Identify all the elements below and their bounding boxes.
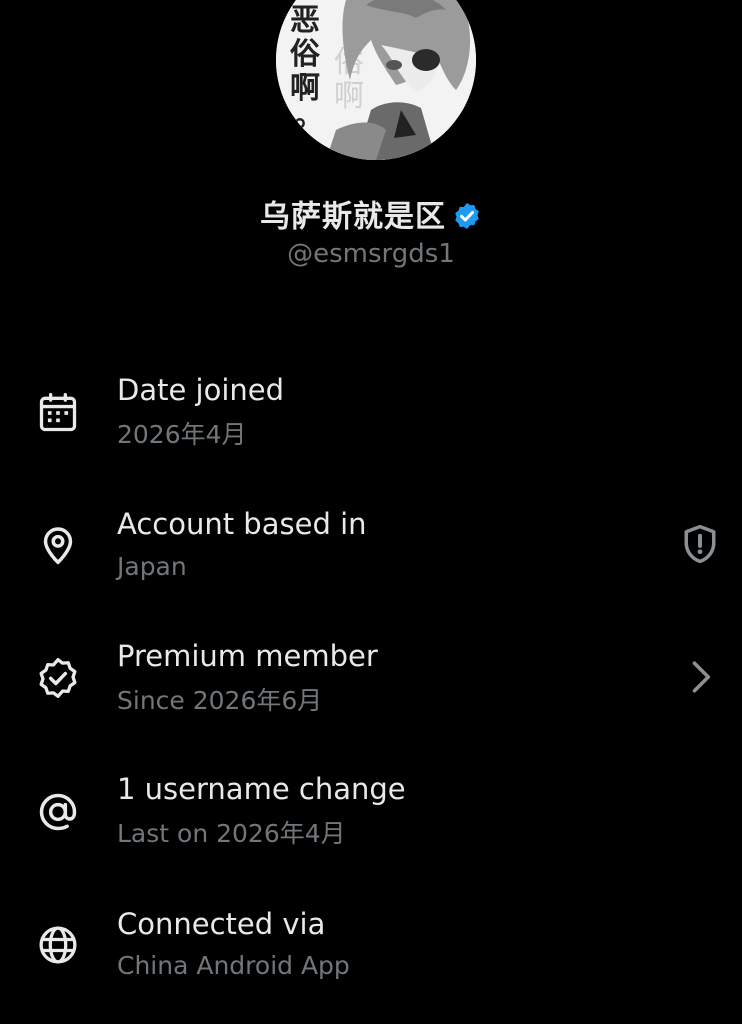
avatar-char-4: 。: [294, 99, 324, 134]
connected-via-title: Connected via: [117, 907, 326, 941]
info-row-premium-member[interactable]: Premium member Since 2026年6月: [0, 633, 742, 743]
display-name: 乌萨斯就是区: [260, 199, 446, 235]
premium-member-value: Since 2026年6月: [117, 686, 323, 715]
date-joined-title: Date joined: [117, 373, 285, 407]
profile-handle: @esmsrgds1: [287, 239, 455, 269]
account-based-in-value: Japan: [117, 552, 187, 581]
avatar-char-2: 俗: [290, 37, 321, 72]
location-pin-icon: [43, 527, 73, 565]
info-row-connected-via: Connected via China Android App: [0, 901, 742, 1011]
connected-via-value: China Android App: [117, 951, 350, 980]
info-row-account-based-in: Account based in Japan: [0, 500, 742, 610]
display-name-row: 乌萨斯就是区: [0, 197, 742, 238]
globe-icon: [39, 926, 77, 964]
verified-badge-icon[interactable]: [452, 201, 482, 231]
chevron-right-icon[interactable]: [678, 655, 722, 699]
username-change-title: 1 username change: [117, 772, 406, 806]
avatar-char-1: 恶: [290, 3, 320, 38]
account-based-in-title: Account based in: [117, 507, 367, 541]
at-sign-icon: [39, 793, 77, 831]
svg-text:啊: 啊: [334, 79, 364, 114]
info-row-date-joined: Date joined 2026年4月: [0, 365, 742, 475]
username-change-value: Last on 2026年4月: [117, 819, 346, 848]
info-row-username-change: 1 username change Last on 2026年4月: [0, 766, 742, 876]
premium-member-title: Premium member: [117, 639, 378, 673]
date-joined-value: 2026年4月: [117, 420, 247, 449]
calendar-icon: [39, 393, 77, 432]
profile-avatar[interactable]: 俗 啊 恶 俗 啊 。: [276, 0, 476, 160]
avatar-image: 俗 啊 恶 俗 啊 。: [276, 0, 476, 160]
verified-badge-outline-icon: [39, 658, 77, 698]
shield-alert-icon[interactable]: [678, 522, 722, 566]
